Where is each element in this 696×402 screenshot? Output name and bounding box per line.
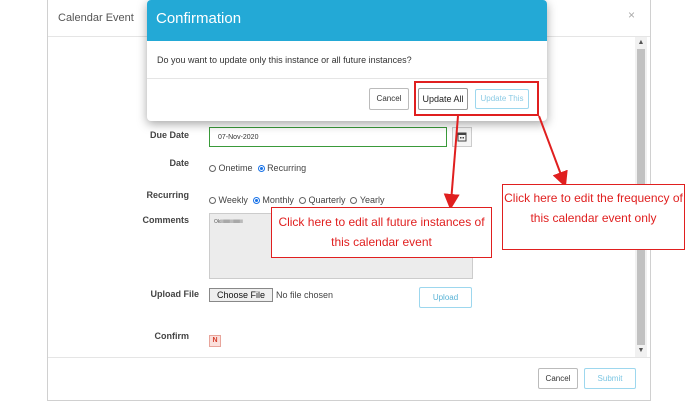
arrow-update-all xyxy=(443,115,460,210)
arrow-update-this xyxy=(538,115,568,188)
update-all-callout: Click here to edit all future instances … xyxy=(271,207,492,258)
update-this-callout: Click here to edit the frequency of this… xyxy=(502,184,685,250)
